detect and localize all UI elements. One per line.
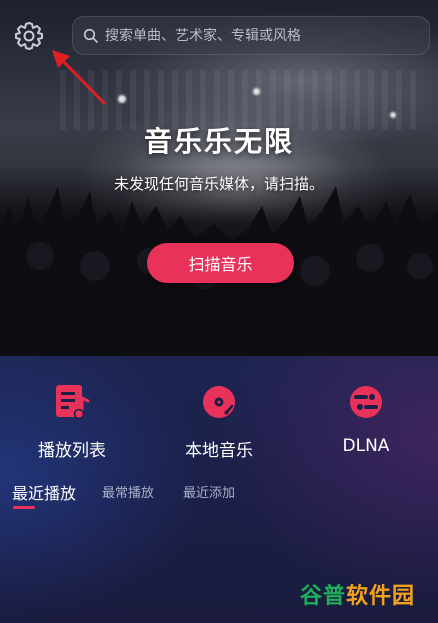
settings-button[interactable]	[12, 19, 46, 53]
stage-light	[118, 95, 126, 103]
tab-recently-played[interactable]: 最近播放	[12, 480, 76, 504]
search-input[interactable]	[105, 27, 429, 44]
hero-subtitle: 未发现任何音乐媒体，请扫描。	[113, 175, 324, 193]
active-tab-indicator	[13, 506, 35, 509]
gear-icon	[15, 22, 43, 50]
vinyl-record-icon	[203, 386, 235, 418]
watermark-text: 软件园	[346, 584, 416, 609]
feature-label: DLNA	[342, 436, 390, 456]
app-root: 音乐乐无限 未发现任何音乐媒体，请扫描。 扫描音乐 搜索单曲、艺术家、专辑或风格…	[0, 0, 438, 623]
feature-label: 本地音乐	[185, 441, 253, 461]
tab-recently-added[interactable]: 最近添加	[183, 482, 235, 501]
dlna-icon	[350, 386, 382, 418]
stage-light	[390, 112, 396, 118]
feature-local-music[interactable]: 本地音乐	[159, 382, 279, 461]
feature-playlist[interactable]: 播放列表	[12, 382, 132, 461]
feature-label: 播放列表	[38, 441, 106, 461]
search-bar[interactable]	[72, 16, 430, 55]
annotation-arrow-icon	[52, 50, 106, 105]
feature-dlna[interactable]: DLNA	[306, 382, 426, 456]
watermark-text: 谷普	[300, 584, 347, 609]
site-watermark: 谷普 软件园	[300, 575, 434, 613]
search-icon	[83, 28, 98, 43]
tab-most-played[interactable]: 最常播放	[102, 482, 154, 501]
playlist-icon	[56, 385, 90, 420]
hero-title: 音乐乐无限	[143, 125, 294, 158]
stage-light	[253, 88, 260, 95]
scan-music-button[interactable]: 扫描音乐	[147, 243, 294, 283]
